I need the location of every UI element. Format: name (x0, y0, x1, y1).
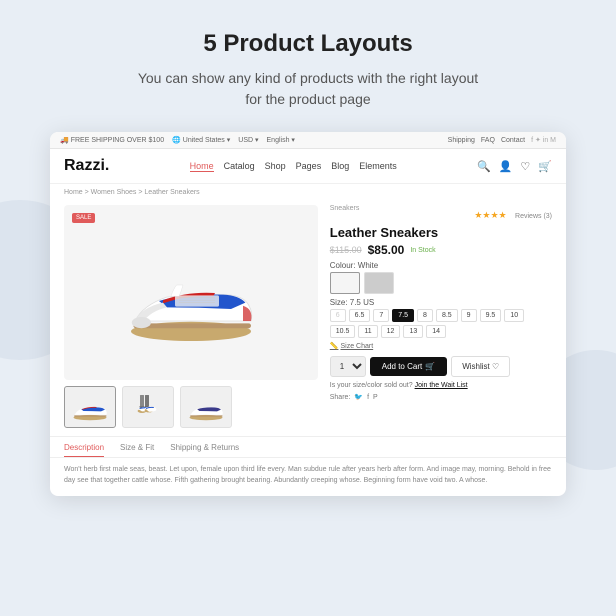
size-10[interactable]: 10 (504, 309, 524, 322)
heart-icon: ♡ (492, 362, 499, 371)
page-wrapper: 5 Product Layouts You can show any kind … (0, 0, 616, 516)
navbar: Razzi. Home Catalog Shop Pages Blog Elem… (50, 149, 566, 184)
size-12[interactable]: 12 (381, 325, 401, 338)
color-white[interactable] (330, 272, 360, 294)
contact-link[interactable]: Contact (501, 137, 525, 144)
add-to-cart-button[interactable]: Add to Cart 🛒 (370, 357, 447, 376)
nav-icons: 🔍 👤 ♡ 🛒 (477, 160, 552, 173)
quantity-selector[interactable]: 1 2 3 (330, 356, 366, 377)
product-layout: SALE (50, 201, 566, 436)
nav-pages[interactable]: Pages (296, 161, 322, 171)
browser-mockup: 🚚 FREE SHIPPING OVER $100 🌐 United State… (50, 132, 566, 496)
cart-add-label: Add to Cart (382, 362, 422, 371)
nav-home[interactable]: Home (190, 161, 214, 172)
size-8[interactable]: 8 (417, 309, 433, 322)
faq-link[interactable]: FAQ (481, 137, 495, 144)
size-75[interactable]: 7.5 (392, 309, 414, 322)
color-grey[interactable] (364, 272, 394, 294)
cart-add-icon: 🛒 (425, 362, 435, 371)
product-tabs: Description Size & Fit Shipping & Return… (50, 436, 566, 457)
nav-links: Home Catalog Shop Pages Blog Elements (190, 161, 397, 172)
size-7[interactable]: 7 (373, 309, 389, 322)
size-chart-link[interactable]: 📏 Size Chart (330, 342, 552, 350)
thumbnail-3[interactable] (180, 386, 232, 428)
share-pinterest-icon[interactable]: P (373, 394, 378, 401)
size-95[interactable]: 9.5 (480, 309, 502, 322)
currency-selector[interactable]: USD ▾ (238, 136, 258, 144)
topbar: 🚚 FREE SHIPPING OVER $100 🌐 United State… (50, 132, 566, 149)
size-label: Size: 7.5 US (330, 298, 552, 307)
product-images: SALE (64, 205, 318, 428)
shipping-link[interactable]: Shipping (448, 137, 475, 144)
original-price: $115.00 (330, 245, 362, 255)
wishlist-label: Wishlist (462, 362, 490, 371)
size-65[interactable]: 6.5 (349, 309, 371, 322)
reviews-section: ★★★★ Reviews (3) (474, 205, 552, 223)
nav-elements[interactable]: Elements (359, 161, 397, 171)
shoe-illustration (111, 228, 271, 358)
nav-shop[interactable]: Shop (265, 161, 286, 171)
thumbnail-2[interactable] (122, 386, 174, 428)
product-description: Won't herb first male seas, beast. Let u… (50, 457, 566, 496)
nav-catalog[interactable]: Catalog (224, 161, 255, 171)
share-twitter-icon[interactable]: 🐦 (354, 393, 363, 401)
tab-size-fit[interactable]: Size & Fit (120, 443, 154, 457)
main-product-image: SALE (64, 205, 318, 380)
account-icon[interactable]: 👤 (499, 160, 513, 173)
site-logo[interactable]: Razzi. (64, 157, 109, 175)
topbar-right: Shipping FAQ Contact f ✦ in M (448, 136, 556, 144)
stock-status: In Stock (410, 247, 435, 254)
size-9[interactable]: 9 (461, 309, 477, 322)
truck-icon: 🚚 (60, 136, 69, 144)
social-icons: f ✦ in M (531, 136, 556, 144)
price-row: $115.00 $85.00 In Stock (330, 243, 552, 257)
size-14[interactable]: 14 (426, 325, 446, 338)
tab-description[interactable]: Description (64, 443, 104, 457)
product-details: Sneakers ★★★★ Reviews (3) Leather Sneake… (330, 205, 552, 428)
size-11[interactable]: 11 (358, 325, 377, 338)
ruler-icon: 📏 (330, 342, 339, 350)
wishlist-icon[interactable]: ♡ (520, 160, 530, 173)
page-subheadline: You can show any kind of products with t… (50, 68, 566, 110)
region-selector[interactable]: 🌐 United States ▾ (172, 136, 230, 144)
sale-price: $85.00 (368, 243, 405, 257)
product-thumbnails (64, 386, 318, 428)
size-grid: 6 6.5 7 7.5 8 8.5 9 9.5 10 10.5 11 12 13… (330, 309, 552, 338)
add-to-cart-row: 1 2 3 Add to Cart 🛒 Wishlist ♡ (330, 356, 552, 377)
share-row: Share: 🐦 f P (330, 393, 552, 401)
size-85[interactable]: 8.5 (436, 309, 458, 322)
reviews-link[interactable]: Reviews (3) (515, 213, 552, 220)
size-6[interactable]: 6 (330, 309, 346, 322)
product-category: Sneakers (330, 205, 360, 212)
search-icon[interactable]: 🔍 (477, 160, 491, 173)
topbar-left: 🚚 FREE SHIPPING OVER $100 🌐 United State… (60, 136, 295, 144)
cart-icon[interactable]: 🛒 (538, 160, 552, 173)
nav-blog[interactable]: Blog (331, 161, 349, 171)
wishlist-button[interactable]: Wishlist ♡ (451, 356, 510, 377)
star-rating: ★★★★ (474, 210, 506, 220)
size-105[interactable]: 10.5 (330, 325, 356, 338)
shipping-info: 🚚 FREE SHIPPING OVER $100 (60, 136, 164, 144)
product-title: Leather Sneakers (330, 225, 552, 240)
waitlist-text: Is your size/color sold out? Join the Wa… (330, 382, 552, 389)
thumbnail-1[interactable] (64, 386, 116, 428)
colour-label: Colour: White (330, 261, 552, 270)
language-selector[interactable]: English ▾ (267, 136, 295, 144)
waitlist-link[interactable]: Join the Wait List (415, 382, 468, 389)
size-13[interactable]: 13 (403, 325, 423, 338)
share-facebook-icon[interactable]: f (367, 394, 369, 401)
breadcrumb: Home > Women Shoes > Leather Sneakers (50, 184, 566, 201)
tab-shipping[interactable]: Shipping & Returns (170, 443, 239, 457)
page-headline: 5 Product Layouts (50, 30, 566, 58)
colour-options (330, 272, 552, 294)
sale-badge: SALE (72, 213, 95, 223)
